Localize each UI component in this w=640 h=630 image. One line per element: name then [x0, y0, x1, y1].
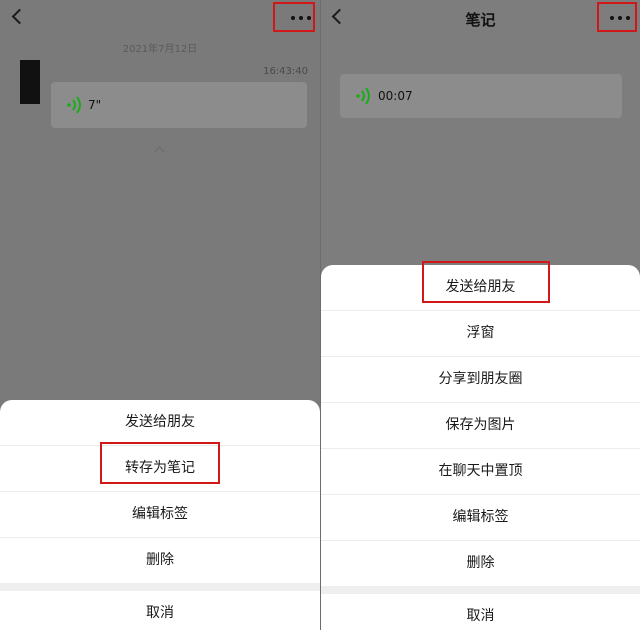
sheet-item-label: 在聊天中置顶 — [438, 463, 523, 479]
voice-note[interactable]: 00:07 — [340, 74, 622, 118]
sheet-item-send-to-friend[interactable]: 发送给朋友 — [0, 400, 320, 446]
sheet-item-label: 删除 — [466, 555, 495, 571]
sheet-item-delete[interactable]: 删除 — [321, 541, 640, 586]
voice-wave-icon — [356, 87, 370, 105]
sheet-gap — [321, 586, 640, 594]
back-chevron-icon[interactable] — [11, 8, 28, 25]
action-sheet: 发送给朋友 转存为笔记 编辑标签 删除 取消 — [0, 400, 320, 630]
left-panel: 2021年7月12日 16:43:40 7" 发送给朋友 转存为笔记 编辑标签 … — [0, 0, 320, 630]
message-time: 16:43:40 — [263, 66, 308, 77]
sheet-item-label: 编辑标签 — [132, 506, 188, 522]
sheet-item-label: 浮窗 — [466, 325, 495, 341]
voice-message[interactable]: 7" — [51, 82, 307, 128]
action-sheet: 发送给朋友 浮窗 分享到朋友圈 保存为图片 在聊天中置顶 编辑标签 删除 取消 — [321, 265, 640, 630]
sheet-item-label: 发送给朋友 — [125, 414, 195, 430]
voice-duration: 7" — [88, 98, 102, 112]
right-panel: 笔记 00:07 发送给朋友 浮窗 分享到朋友圈 保存为图片 在聊天中置顶 编辑… — [321, 0, 640, 630]
voice-duration: 00:07 — [378, 89, 413, 103]
sheet-item-float-window[interactable]: 浮窗 — [321, 311, 640, 357]
cancel-button[interactable]: 取消 — [321, 594, 640, 630]
more-highlight-box — [597, 2, 637, 32]
sheet-item-edit-tags[interactable]: 编辑标签 — [0, 492, 320, 538]
sheet-gap — [0, 583, 320, 591]
collapse-caret-icon — [154, 146, 165, 157]
sheet-item-pin-chat[interactable]: 在聊天中置顶 — [321, 449, 640, 495]
sheet-item-share-moments[interactable]: 分享到朋友圈 — [321, 357, 640, 403]
avatar — [20, 60, 40, 104]
more-highlight-box — [273, 2, 315, 32]
sheet-item-label: 分享到朋友圈 — [438, 371, 523, 387]
voice-wave-icon — [67, 96, 81, 114]
sheet-item-label: 删除 — [146, 552, 174, 568]
sheet-item-delete[interactable]: 删除 — [0, 538, 320, 583]
sheet-item-save-image[interactable]: 保存为图片 — [321, 403, 640, 449]
sheet-item-label: 编辑标签 — [452, 509, 509, 525]
save-note-highlight-box — [100, 442, 220, 484]
message-date: 2021年7月12日 — [122, 44, 198, 55]
cancel-button[interactable]: 取消 — [0, 591, 320, 630]
sheet-item-edit-tags[interactable]: 编辑标签 — [321, 495, 640, 541]
page-title: 笔记 — [465, 11, 496, 29]
sheet-item-label: 保存为图片 — [445, 417, 516, 433]
send-friend-highlight-box — [422, 261, 550, 303]
